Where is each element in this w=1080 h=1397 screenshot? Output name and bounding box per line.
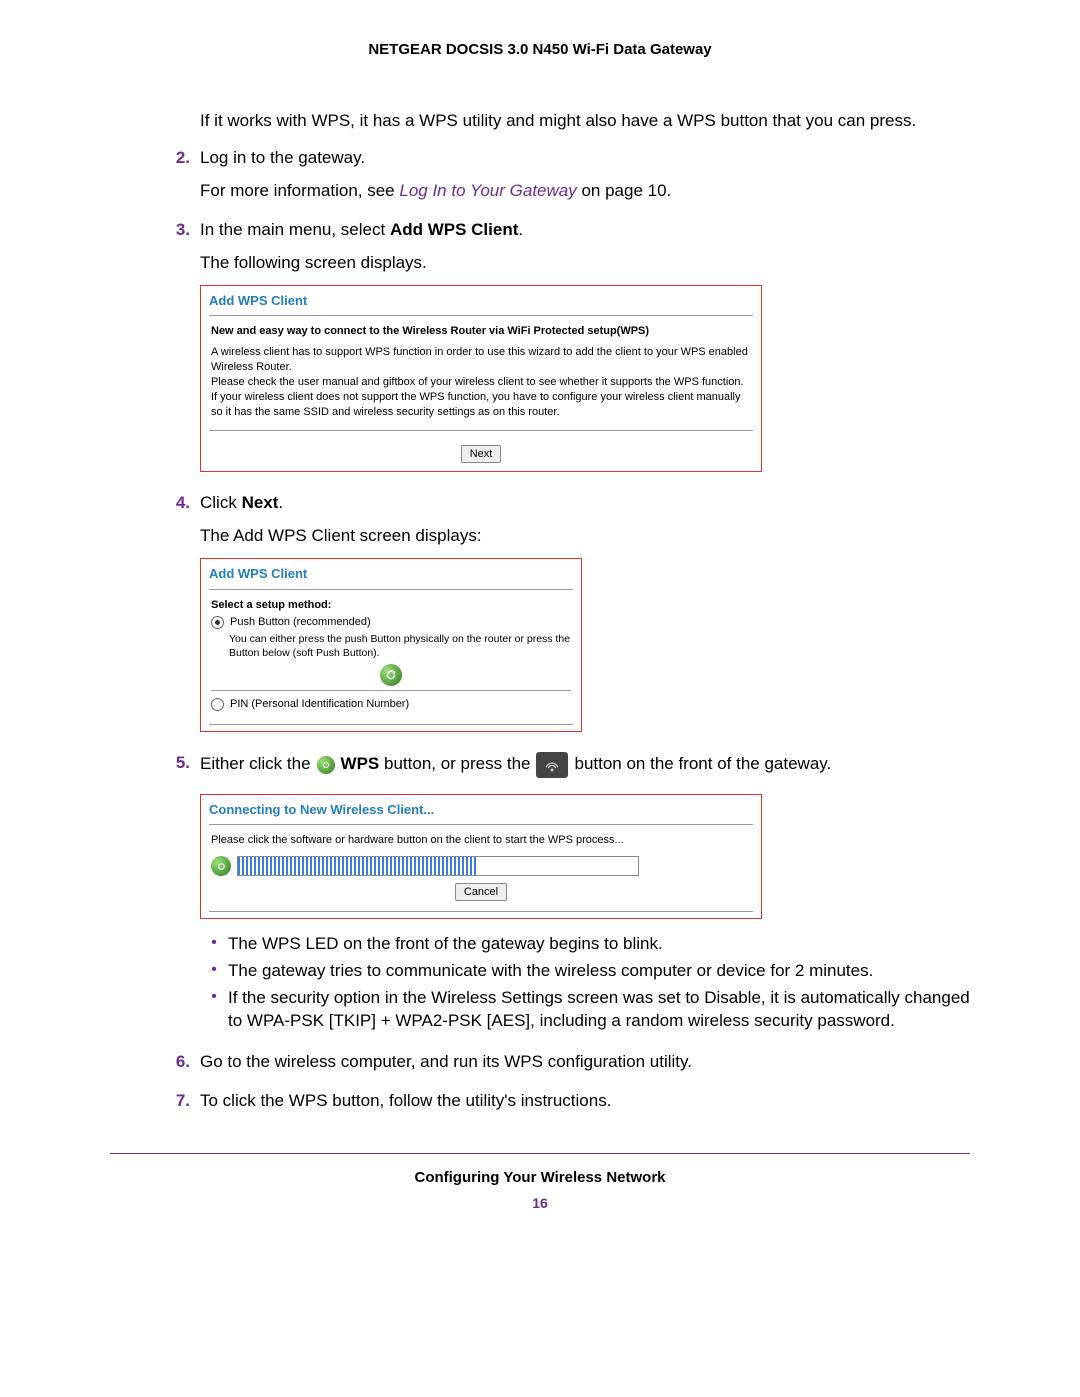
wps-inline-icon xyxy=(317,756,335,774)
screenshot-add-wps-client-intro: Add WPS Client New and easy way to conne… xyxy=(200,285,762,473)
screenshot-title: Add WPS Client xyxy=(201,559,581,587)
page-header: NETGEAR DOCSIS 3.0 N450 Wi-Fi Data Gatew… xyxy=(110,40,970,60)
screenshot-title: Connecting to New Wireless Client... xyxy=(201,795,761,823)
step-2: 2. Log in to the gateway. For more infor… xyxy=(160,147,970,213)
step-text: Go to the wireless computer, and run its… xyxy=(200,1051,970,1074)
step-text: For more information, see Log In to Your… xyxy=(200,180,970,203)
progress-bar xyxy=(237,856,639,876)
step-number: 6. xyxy=(160,1051,200,1084)
screenshot-title: Add WPS Client xyxy=(201,286,761,314)
step-number: 5. xyxy=(160,752,200,1045)
next-button[interactable]: Next xyxy=(461,445,502,464)
screenshot-text: A wireless client has to support WPS fun… xyxy=(211,345,751,375)
radio-icon xyxy=(211,698,224,711)
wps-soft-button-icon[interactable] xyxy=(380,664,402,686)
bullet-text: The gateway tries to communicate with th… xyxy=(228,960,873,983)
intro-paragraph: If it works with WPS, it has a WPS utili… xyxy=(200,110,970,133)
step-text: Either click the WPS button, or press th… xyxy=(200,752,831,778)
step-text: Log in to the gateway. xyxy=(200,147,970,170)
step-6: 6. Go to the wireless computer, and run … xyxy=(160,1051,970,1084)
step-number: 7. xyxy=(160,1090,200,1123)
screenshot-connecting: Connecting to New Wireless Client... Ple… xyxy=(200,794,762,920)
screenshot-text: Please check the user manual and giftbox… xyxy=(211,375,751,390)
bullet-text: The WPS LED on the front of the gateway … xyxy=(228,933,663,956)
step-text: Click Next. xyxy=(200,492,970,515)
radio-pin[interactable]: PIN (Personal Identification Number) xyxy=(211,697,571,712)
step-4: 4. Click Next. The Add WPS Client screen… xyxy=(160,492,970,745)
radio-icon xyxy=(211,616,224,629)
screenshot-bold-text: New and easy way to connect to the Wirel… xyxy=(211,324,751,339)
select-method-label: Select a setup method: xyxy=(211,598,571,613)
front-wps-button-icon xyxy=(536,752,568,778)
footer-divider xyxy=(110,1153,970,1154)
step-number: 4. xyxy=(160,492,200,745)
step-number: 2. xyxy=(160,147,200,213)
radio-description: You can either press the push Button phy… xyxy=(229,632,571,660)
step-text: The Add WPS Client screen displays: xyxy=(200,525,970,548)
step-3: 3. In the main menu, select Add WPS Clie… xyxy=(160,219,970,486)
bullet-text: If the security option in the Wireless S… xyxy=(228,987,970,1033)
step-text: To click the WPS button, follow the util… xyxy=(200,1090,970,1113)
bullet-icon: • xyxy=(200,960,228,983)
screenshot-add-wps-client-method: Add WPS Client Select a setup method: Pu… xyxy=(200,558,582,731)
step-text: The following screen displays. xyxy=(200,252,970,275)
link-login-gateway[interactable]: Log In to Your Gateway xyxy=(399,181,576,200)
step-7: 7. To click the WPS button, follow the u… xyxy=(160,1090,970,1123)
wps-progress-icon xyxy=(211,856,231,876)
bullet-icon: • xyxy=(200,987,228,1033)
page-number: 16 xyxy=(110,1194,970,1213)
radio-push-button[interactable]: Push Button (recommended) xyxy=(211,615,571,630)
bullet-icon: • xyxy=(200,933,228,956)
screenshot-text: Please click the software or hardware bu… xyxy=(211,833,751,848)
step-text: In the main menu, select Add WPS Client. xyxy=(200,219,970,242)
screenshot-text: If your wireless client does not support… xyxy=(211,390,751,420)
cancel-button[interactable]: Cancel xyxy=(455,883,507,902)
footer-section-title: Configuring Your Wireless Network xyxy=(110,1168,970,1188)
step-number: 3. xyxy=(160,219,200,486)
step-5: 5. Either click the WPS button, or press… xyxy=(160,752,970,1045)
bullet-list: •The WPS LED on the front of the gateway… xyxy=(200,933,970,1033)
